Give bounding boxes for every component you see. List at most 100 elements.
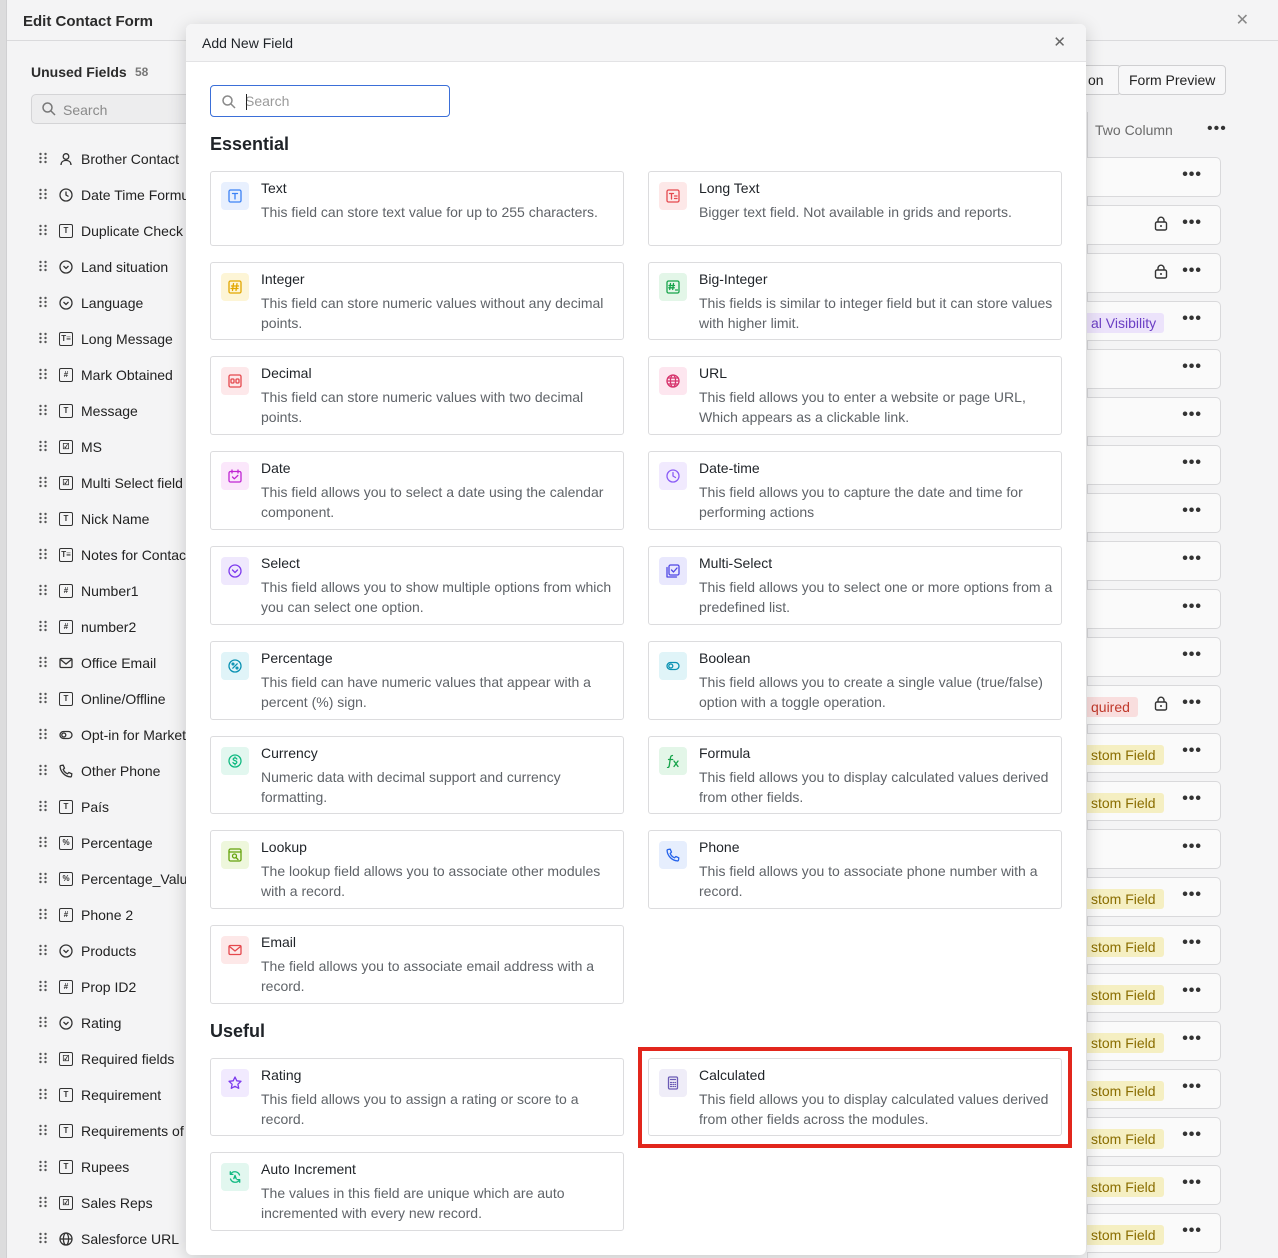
field-search-input[interactable] xyxy=(245,91,441,111)
more-options-icon[interactable]: ••• xyxy=(1182,598,1202,616)
form-field-row[interactable]: ••• xyxy=(1087,157,1221,197)
unused-field-item[interactable]: T≡ Notes for Contact xyxy=(7,538,190,574)
field-type-card[interactable]: Auto Increment The values in this field a… xyxy=(210,1152,624,1231)
more-options-icon[interactable]: ••• xyxy=(1182,550,1202,568)
unused-field-item[interactable]: T Requirement xyxy=(7,1078,189,1114)
close-icon[interactable]: ✕ xyxy=(1053,33,1066,51)
field-type-card[interactable]: URL This field allows you to enter a webs… xyxy=(648,356,1062,435)
form-field-row[interactable]: ••• xyxy=(1087,445,1221,485)
drag-handle-icon[interactable] xyxy=(38,152,48,166)
drag-handle-icon[interactable] xyxy=(38,1124,48,1138)
unused-field-item[interactable]: T Nick Name xyxy=(7,502,189,538)
drag-handle-icon[interactable] xyxy=(38,260,48,274)
more-options-icon[interactable]: ••• xyxy=(1182,694,1202,712)
unused-field-item[interactable]: T Message xyxy=(7,394,189,430)
field-type-card[interactable]: Percentage This field can have numeric va… xyxy=(210,641,624,720)
form-field-row[interactable]: stom Field ••• xyxy=(1087,1069,1221,1109)
unused-field-item[interactable]: Salesforce URL xyxy=(7,1222,189,1258)
form-field-row[interactable]: quired ••• xyxy=(1087,685,1221,725)
drag-handle-icon[interactable] xyxy=(38,296,48,310)
drag-handle-icon[interactable] xyxy=(38,584,48,598)
unused-field-item[interactable]: T Rupees xyxy=(7,1150,189,1186)
more-options-icon[interactable]: ••• xyxy=(1182,454,1202,472)
unused-field-item[interactable]: # Number1 xyxy=(7,574,189,610)
unused-field-item[interactable]: Land situation xyxy=(7,250,189,286)
drag-handle-icon[interactable] xyxy=(38,332,48,346)
drag-handle-icon[interactable] xyxy=(38,368,48,382)
drag-handle-icon[interactable] xyxy=(38,440,48,454)
more-options-icon[interactable]: ••• xyxy=(1182,310,1202,328)
unused-field-item[interactable]: T País xyxy=(7,790,189,826)
more-options-icon[interactable]: ••• xyxy=(1182,1126,1202,1144)
more-options-icon[interactable]: ••• xyxy=(1182,934,1202,952)
field-type-card[interactable]: Decimal This field can store numeric valu… xyxy=(210,356,624,435)
more-options-icon[interactable]: ••• xyxy=(1207,120,1227,138)
form-field-row[interactable]: ••• xyxy=(1087,637,1221,677)
field-type-card[interactable]: Long Text Bigger text field. Not availabl… xyxy=(648,171,1062,246)
more-options-icon[interactable]: ••• xyxy=(1182,646,1202,664)
more-options-icon[interactable]: ••• xyxy=(1182,742,1202,760)
drag-handle-icon[interactable] xyxy=(38,692,48,706)
form-field-row[interactable]: ••• xyxy=(1087,541,1221,581)
drag-handle-icon[interactable] xyxy=(38,1016,48,1030)
unused-field-item[interactable]: Date Time Formula xyxy=(7,178,200,214)
unused-field-item[interactable]: # number2 xyxy=(7,610,189,646)
drag-handle-icon[interactable] xyxy=(38,1232,48,1246)
more-options-icon[interactable]: ••• xyxy=(1182,502,1202,520)
drag-handle-icon[interactable] xyxy=(38,872,48,886)
form-field-row[interactable]: al Visibility ••• xyxy=(1087,301,1221,341)
unused-field-item[interactable]: ☑ Required fields xyxy=(7,1042,189,1078)
unused-field-item[interactable]: Brother Contact xyxy=(7,142,189,178)
unused-field-item[interactable]: # Mark Obtained xyxy=(7,358,189,394)
drag-handle-icon[interactable] xyxy=(38,512,48,526)
form-field-row[interactable]: ••• xyxy=(1087,829,1221,869)
drag-handle-icon[interactable] xyxy=(38,224,48,238)
more-options-icon[interactable]: ••• xyxy=(1182,1078,1202,1096)
more-options-icon[interactable]: ••• xyxy=(1182,982,1202,1000)
field-type-card[interactable]: Big-Integer This fields is similar to int… xyxy=(648,262,1062,340)
drag-handle-icon[interactable] xyxy=(38,800,48,814)
more-options-icon[interactable]: ••• xyxy=(1182,886,1202,904)
field-type-card[interactable]: Multi-Select This field allows you to sel… xyxy=(648,546,1062,625)
more-options-icon[interactable]: ••• xyxy=(1182,1030,1202,1048)
unused-field-item[interactable]: Office Email xyxy=(7,646,189,682)
field-type-card[interactable]: Text This field can store text value for … xyxy=(210,171,624,246)
drag-handle-icon[interactable] xyxy=(38,980,48,994)
unused-field-item[interactable]: T Requirements of xyxy=(7,1114,189,1150)
field-search[interactable] xyxy=(210,85,450,117)
unused-field-item[interactable]: % Percentage_Value xyxy=(7,862,195,898)
drag-handle-icon[interactable] xyxy=(38,908,48,922)
form-field-row[interactable]: ••• xyxy=(1087,253,1221,293)
unused-field-item[interactable]: T≡ Long Message xyxy=(7,322,189,358)
form-field-row[interactable]: stom Field ••• xyxy=(1087,1021,1221,1061)
drag-handle-icon[interactable] xyxy=(38,476,48,490)
field-type-card[interactable]: Date This field allows you to select a da… xyxy=(210,451,624,530)
unused-field-item[interactable]: Rating xyxy=(7,1006,189,1042)
field-type-card[interactable]: Lookup The lookup field allows you to ass… xyxy=(210,830,624,909)
form-field-row[interactable]: stom Field ••• xyxy=(1087,973,1221,1013)
more-options-icon[interactable]: ••• xyxy=(1182,790,1202,808)
unused-fields-search[interactable]: Search xyxy=(31,94,201,124)
drag-handle-icon[interactable] xyxy=(38,1088,48,1102)
field-type-card[interactable]: Phone This field allows you to associate … xyxy=(648,830,1062,909)
field-type-card[interactable]: Email The field allows you to associate e… xyxy=(210,925,624,1004)
form-field-row[interactable]: stom Field ••• xyxy=(1087,733,1221,773)
field-type-card[interactable]: Date-time This field allows you to captur… xyxy=(648,451,1062,530)
form-field-row[interactable]: ••• xyxy=(1087,205,1221,245)
form-field-row[interactable]: ••• xyxy=(1087,589,1221,629)
drag-handle-icon[interactable] xyxy=(38,1196,48,1210)
form-field-row[interactable]: stom Field ••• xyxy=(1087,1165,1221,1205)
more-options-icon[interactable]: ••• xyxy=(1182,262,1202,280)
unused-field-item[interactable]: T Duplicate Check xyxy=(7,214,189,250)
unused-field-item[interactable]: % Percentage xyxy=(7,826,189,862)
more-options-icon[interactable]: ••• xyxy=(1182,406,1202,424)
form-field-row[interactable]: stom Field ••• xyxy=(1087,925,1221,965)
form-field-row[interactable]: stom Field ••• xyxy=(1087,1213,1221,1253)
drag-handle-icon[interactable] xyxy=(38,656,48,670)
unused-field-item[interactable]: Products xyxy=(7,934,189,970)
more-options-icon[interactable]: ••• xyxy=(1182,214,1202,232)
drag-handle-icon[interactable] xyxy=(38,944,48,958)
field-type-card[interactable]: Boolean This field allows you to create a… xyxy=(648,641,1062,720)
drag-handle-icon[interactable] xyxy=(38,728,48,742)
drag-handle-icon[interactable] xyxy=(38,764,48,778)
